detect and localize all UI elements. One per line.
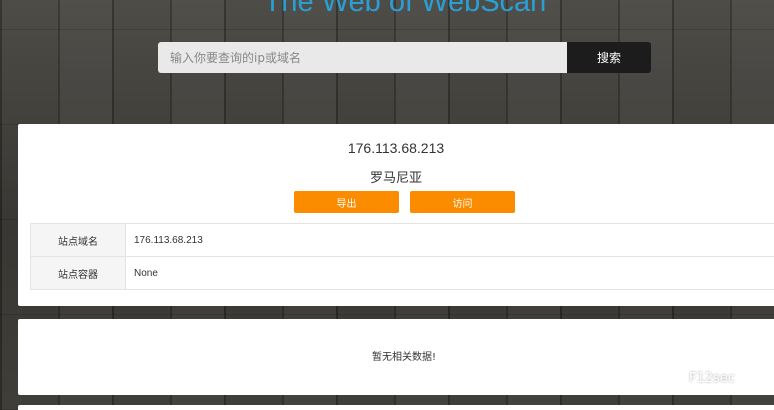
row-value-domain: 176.113.68.213 <box>125 223 774 257</box>
next-panel-edge <box>18 405 774 410</box>
table-row: 站点容器 None <box>30 256 774 290</box>
visit-button[interactable]: 访问 <box>410 191 515 213</box>
search-input[interactable] <box>158 42 567 73</box>
table-row: 站点域名 176.113.68.213 <box>30 223 774 257</box>
watermark: F12sec <box>655 368 735 388</box>
row-label-container: 站点容器 <box>30 256 126 290</box>
empty-data-message: 暂无相关数据! <box>371 352 436 363</box>
export-button[interactable]: 导出 <box>294 191 399 213</box>
row-value-container: None <box>125 256 774 290</box>
site-title: The Web of WebScan <box>263 0 547 18</box>
watermark-text: F12sec <box>689 370 735 386</box>
result-country: 罗马尼亚 <box>369 171 422 186</box>
site-info-table: 站点域名 176.113.68.213 站点容器 None <box>30 223 774 290</box>
result-panel: 176.113.68.213 罗马尼亚 导出 访问 站点域名 176.113.6… <box>18 124 774 306</box>
wechat-icon <box>655 368 681 388</box>
search-button[interactable]: 搜索 <box>567 42 651 73</box>
result-ip-title: 176.113.68.213 <box>347 140 445 156</box>
search-bar: 搜索 <box>158 42 651 73</box>
row-label-domain: 站点域名 <box>30 223 126 257</box>
